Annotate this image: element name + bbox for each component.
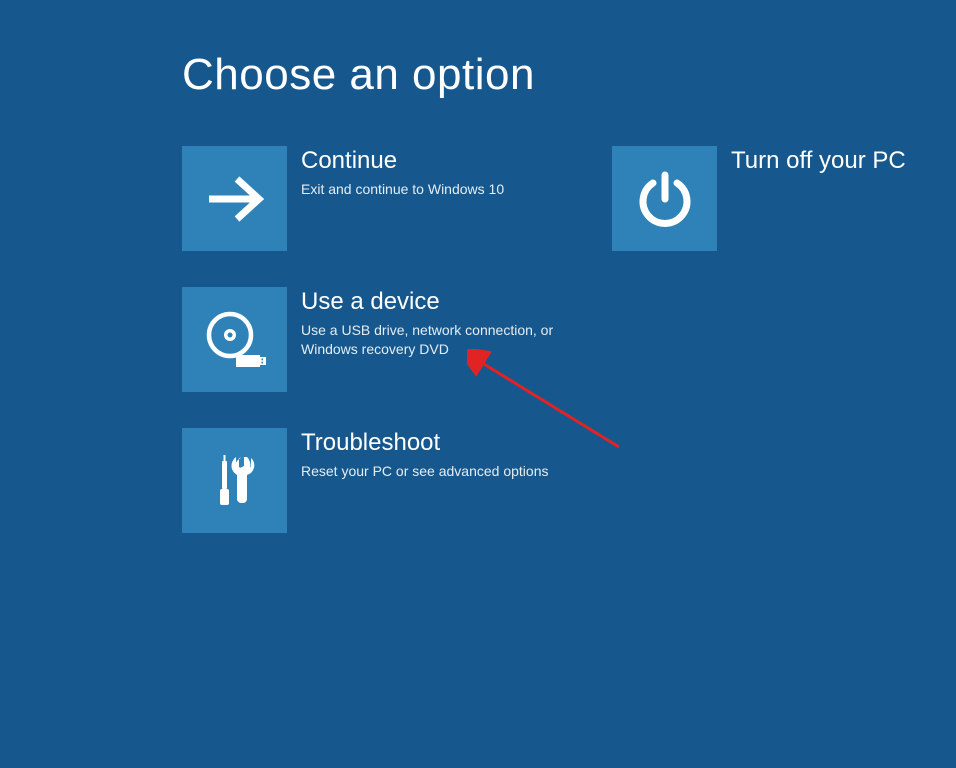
use-a-device-desc: Use a USB drive, network connection, or … [301, 321, 578, 359]
troubleshoot-desc: Reset your PC or see advanced options [301, 462, 548, 481]
tools-icon [182, 428, 287, 533]
use-a-device-title: Use a device [301, 289, 578, 315]
continue-option[interactable]: Continue Exit and continue to Windows 10 [182, 146, 578, 251]
continue-desc: Exit and continue to Windows 10 [301, 180, 504, 199]
use-a-device-option[interactable]: Use a device Use a USB drive, network co… [182, 287, 578, 392]
troubleshoot-option[interactable]: Troubleshoot Reset your PC or see advanc… [182, 428, 578, 533]
disc-usb-icon [182, 287, 287, 392]
turn-off-pc-option[interactable]: Turn off your PC [612, 146, 942, 251]
turn-off-pc-title: Turn off your PC [731, 148, 906, 174]
arrow-right-icon [182, 146, 287, 251]
power-icon [612, 146, 717, 251]
continue-title: Continue [301, 148, 504, 174]
page-title: Choose an option [182, 50, 956, 100]
troubleshoot-title: Troubleshoot [301, 430, 548, 456]
